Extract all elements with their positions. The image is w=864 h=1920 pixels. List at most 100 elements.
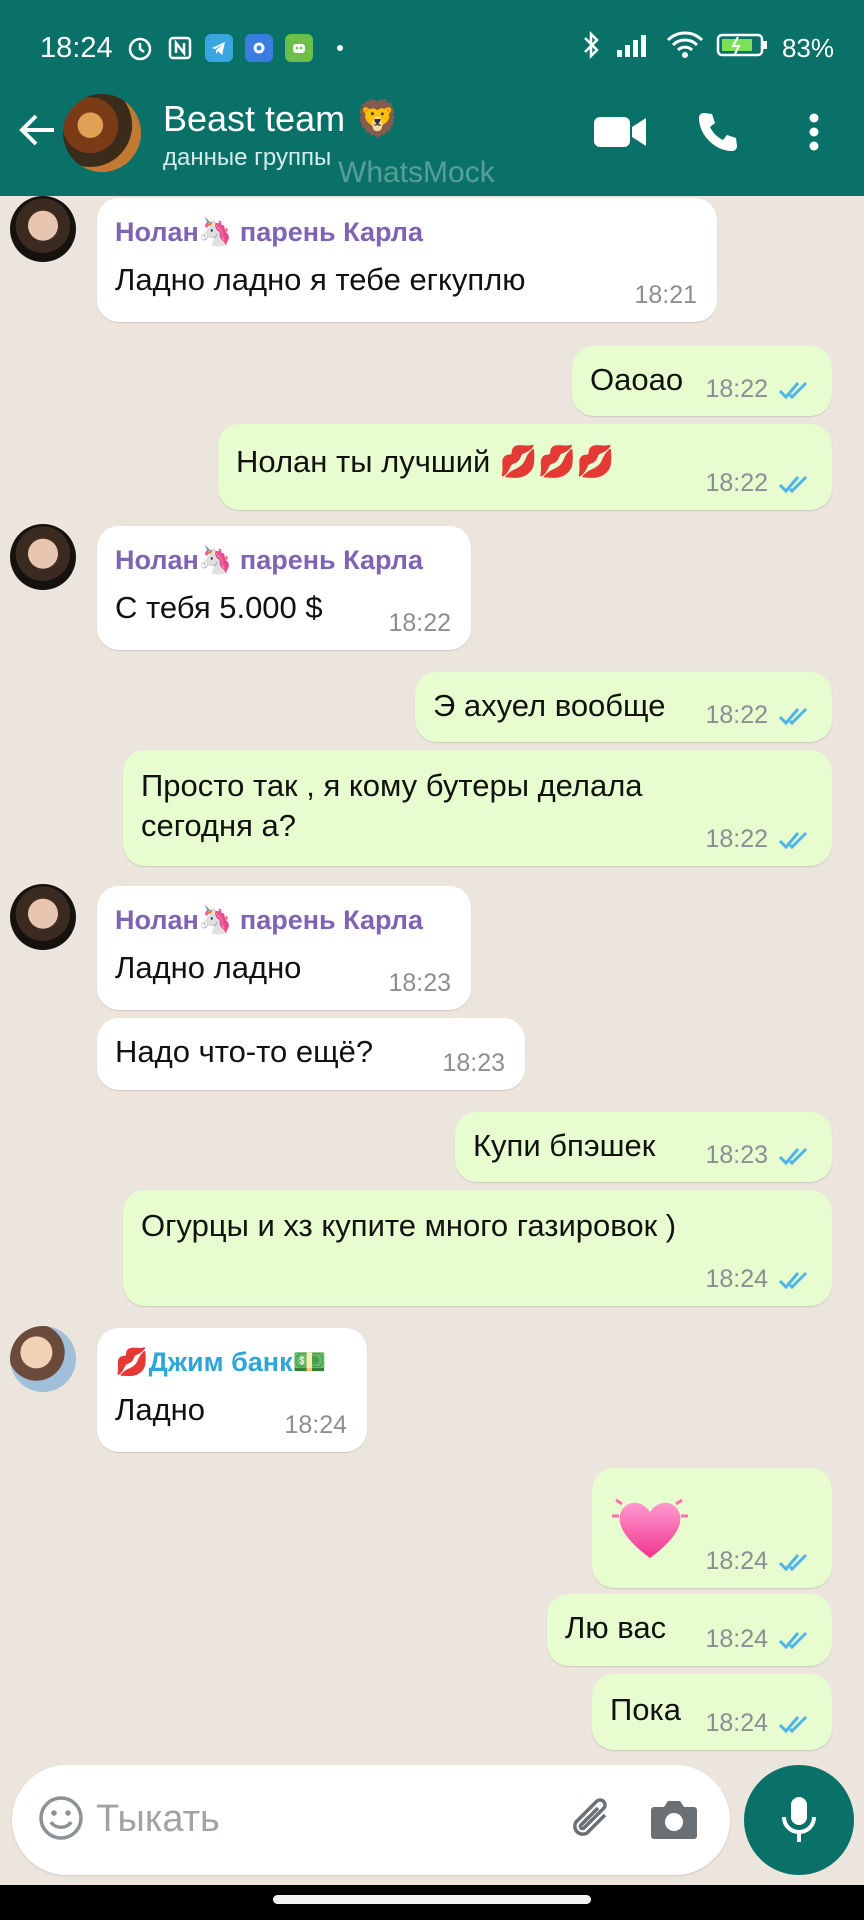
message-text: Пока [610,1692,682,1727]
message-meta: 18:24 [705,1547,812,1576]
double-check-icon [778,1147,808,1165]
video-call-icon [594,117,646,147]
double-check-icon [778,475,808,493]
signal-icon [616,32,654,65]
message-meta: 18:22 [388,609,451,638]
watermark: WhatsMock [338,156,495,189]
phone-icon [699,113,737,151]
game-app-icon [284,34,313,62]
message-text: Э ахуел вообще [433,688,666,723]
message-time: 18:22 [705,469,768,497]
nfc-icon [165,33,195,63]
double-check-icon [778,707,808,725]
system-nav-bar [0,1885,864,1920]
message-time: 18:22 [388,609,451,637]
message-bubble[interactable]: Нолан🦄 парень Карла Ладно ладно 18:23 [97,886,471,1010]
message-bubble[interactable]: Нолан🦄 парень Карла Ладно ладно я тебе е… [97,198,717,322]
group-name[interactable]: Beast team 🦁 [163,98,400,140]
message-bubble[interactable]: Надо что-то ещё? 18:23 [97,1018,525,1090]
message-bubble[interactable]: Э ахуел вообще 18:22 [415,672,832,742]
message-bubble[interactable]: Лю вас 18:24 [547,1594,832,1666]
message-text: Огурцы и хз купите много газировок ) [141,1208,677,1243]
message-bubble[interactable]: Нолан🦄 парень Карла С тебя 5.000 $ 18:22 [97,526,471,650]
sender-name: Нолан🦄 парень Карла [115,905,423,935]
message-time: 18:24 [705,1547,768,1575]
message-text: Просто так , я кому бутеры делала сегодн… [141,768,643,843]
message-text: Нолан ты лучший 💋💋💋 [236,444,615,479]
message-bubble[interactable]: Оаоао 18:22 [572,346,832,416]
status-time: 18:24 [40,31,113,64]
chat-header: Beast team 🦁 данные группы WhatsMock [0,90,864,190]
message-text: Ладно ладно [115,950,302,985]
message-text: Ладно [115,1392,206,1427]
home-gesture-bar[interactable] [273,1895,591,1904]
message-meta: 18:24 [284,1411,347,1440]
sender-avatar[interactable] [10,884,76,950]
back-arrow-icon[interactable] [16,108,60,152]
message-bubble[interactable]: 💋Джим банк💵 Ладно 18:24 [97,1328,367,1452]
telegram-icon [204,34,233,62]
message-meta: 18:23 [388,969,451,998]
message-time: 18:24 [284,1411,347,1439]
camera-icon[interactable] [648,1795,700,1843]
settings-app-icon [244,34,273,62]
message-text: С тебя 5.000 $ [115,590,323,625]
battery-percent: 83% [781,32,834,63]
alarm-icon [125,33,155,63]
message-time: 18:24 [705,1709,768,1737]
emoji-icon[interactable] [36,1793,86,1843]
message-bubble[interactable]: 18:24 [592,1468,832,1588]
message-meta: 18:22 [705,701,812,730]
message-meta: 18:24 [705,1709,812,1738]
video-call-button[interactable] [592,104,648,160]
message-bubble[interactable]: Пока 18:24 [592,1674,832,1750]
message-time: 18:22 [705,825,768,853]
double-check-icon [778,1271,808,1289]
message-meta: 18:24 [705,1265,812,1294]
sparkling-heart-icon [612,1498,688,1558]
sender-avatar[interactable] [10,1326,76,1392]
sender-avatar[interactable] [10,196,76,262]
message-bubble[interactable]: Нолан ты лучший 💋💋💋 18:22 [218,424,832,510]
message-meta: 18:21 [634,281,697,310]
message-time: 18:22 [705,375,768,403]
wifi-icon [666,30,704,67]
message-input[interactable] [96,1789,536,1849]
sender-name: 💋Джим банк💵 [115,1347,327,1377]
battery-icon [716,31,770,66]
message-bubble[interactable]: Огурцы и хз купите много газировок ) 18:… [123,1190,832,1306]
double-check-icon [778,1553,808,1571]
message-time: 18:22 [705,701,768,729]
group-avatar[interactable] [63,94,141,172]
more-vert-icon [809,113,819,151]
message-list[interactable]: Нолан🦄 парень Карла Ладно ладно я тебе е… [0,196,864,1764]
message-text: Ладно ладно я тебе егкуплю [115,262,526,297]
mic-button[interactable] [744,1765,854,1875]
group-subtitle[interactable]: данные группы [163,144,331,172]
sender-name: Нолан🦄 парень Карла [115,545,423,575]
message-meta: 18:23 [705,1141,812,1170]
mic-icon [782,1797,816,1842]
message-time: 18:24 [705,1625,768,1653]
message-time: 18:23 [388,969,451,997]
message-text: Купи бпэшек [473,1128,656,1163]
message-text: Оаоао [590,362,684,397]
message-meta: 18:23 [442,1049,505,1078]
message-composer [12,1765,730,1875]
top-bar: 18:24 83% Beast team 🦁 данные группы Wha… [0,0,864,196]
message-meta: 18:22 [705,469,812,498]
sender-avatar[interactable] [10,524,76,590]
message-time: 18:23 [705,1141,768,1169]
message-time: 18:21 [634,281,697,309]
message-meta: 18:24 [705,1625,812,1654]
status-bar: 18:24 83% [40,28,834,68]
attach-icon[interactable] [567,1793,617,1845]
voice-call-button[interactable] [690,104,746,160]
more-options-button[interactable] [786,104,842,160]
double-check-icon [778,1715,808,1733]
double-check-icon [778,1631,808,1649]
message-bubble[interactable]: Купи бпэшек 18:23 [455,1112,832,1182]
bluetooth-icon [578,29,604,68]
message-text: Лю вас [565,1610,667,1645]
message-bubble[interactable]: Просто так , я кому бутеры делала сегодн… [123,750,832,866]
